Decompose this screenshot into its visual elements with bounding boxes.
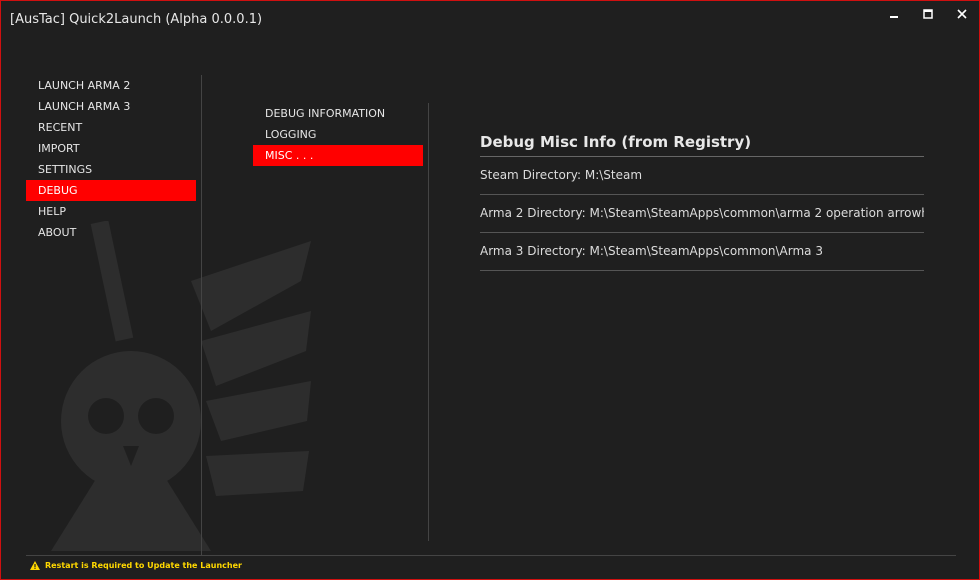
nav-item-launch-arma-3[interactable]: LAUNCH ARMA 3 bbox=[26, 96, 196, 117]
nav-item-help[interactable]: HELP bbox=[26, 201, 196, 222]
skull-emblem-icon bbox=[51, 221, 311, 551]
nav-item-debug[interactable]: DEBUG bbox=[26, 180, 196, 201]
main-nav: LAUNCH ARMA 2 LAUNCH ARMA 3 RECENT IMPOR… bbox=[26, 75, 196, 243]
subnav-item-misc[interactable]: MISC . . . bbox=[253, 145, 423, 166]
status-message: Restart is Required to Update the Launch… bbox=[45, 561, 242, 570]
warning-icon bbox=[30, 561, 40, 570]
nav-divider bbox=[201, 75, 202, 555]
nav-item-about[interactable]: ABOUT bbox=[26, 222, 196, 243]
app-window: [AusTac] Quick2Launch (Alpha 0.0.0.1) LA… bbox=[0, 0, 980, 580]
window-title: [AusTac] Quick2Launch (Alpha 0.0.0.1) bbox=[10, 12, 263, 27]
status-divider bbox=[26, 555, 956, 556]
debug-misc-panel: Debug Misc Info (from Registry) Steam Di… bbox=[480, 129, 924, 271]
sub-nav: DEBUG INFORMATION LOGGING MISC . . . bbox=[253, 103, 423, 166]
nav-item-recent[interactable]: RECENT bbox=[26, 117, 196, 138]
minimize-icon bbox=[890, 16, 898, 18]
close-button[interactable] bbox=[945, 5, 979, 23]
close-icon bbox=[957, 9, 967, 19]
steam-directory-row: Steam Directory: M:\Steam bbox=[480, 157, 924, 195]
window-controls bbox=[877, 5, 979, 23]
subnav-item-debug-information[interactable]: DEBUG INFORMATION bbox=[253, 103, 423, 124]
nav-item-settings[interactable]: SETTINGS bbox=[26, 159, 196, 180]
minimize-button[interactable] bbox=[877, 5, 911, 23]
arma3-directory-row: Arma 3 Directory: M:\Steam\SteamApps\com… bbox=[480, 233, 924, 271]
status-bar: Restart is Required to Update the Launch… bbox=[30, 561, 242, 570]
subnav-divider bbox=[428, 103, 429, 541]
nav-item-launch-arma-2[interactable]: LAUNCH ARMA 2 bbox=[26, 75, 196, 96]
nav-item-import[interactable]: IMPORT bbox=[26, 138, 196, 159]
maximize-icon bbox=[923, 9, 933, 19]
arma2-directory-row: Arma 2 Directory: M:\Steam\SteamApps\com… bbox=[480, 195, 924, 233]
maximize-button[interactable] bbox=[911, 5, 945, 23]
subnav-item-logging[interactable]: LOGGING bbox=[253, 124, 423, 145]
panel-title: Debug Misc Info (from Registry) bbox=[480, 129, 924, 157]
